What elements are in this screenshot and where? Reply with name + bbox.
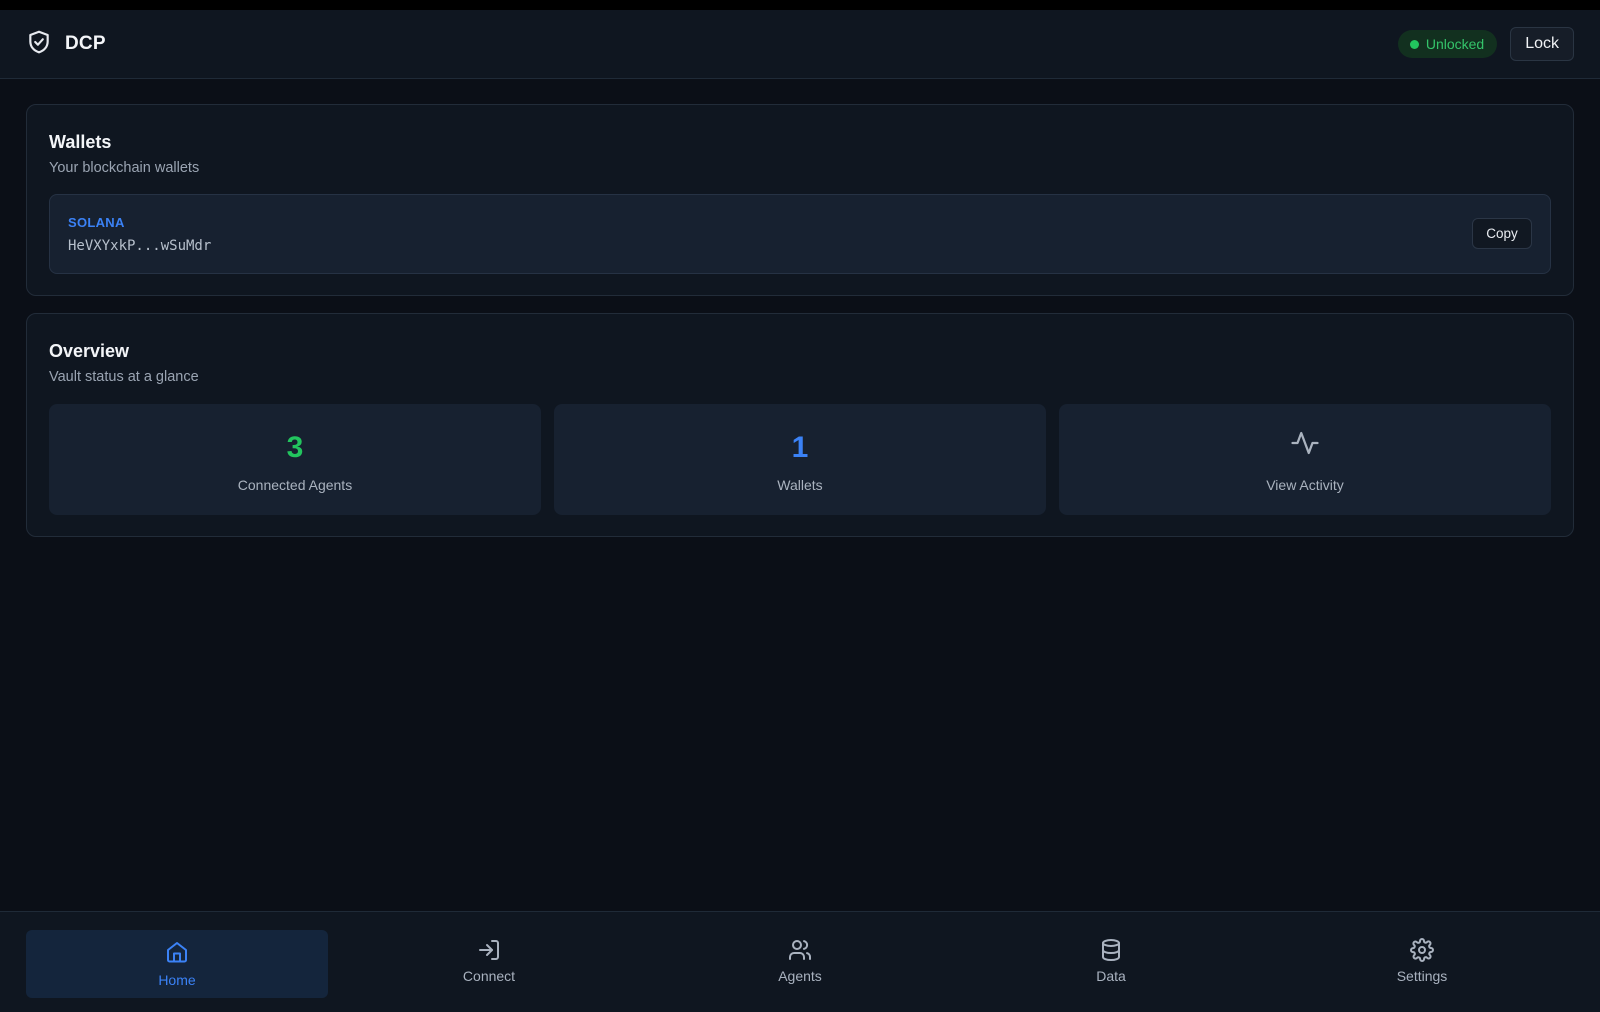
overview-card: Overview Vault status at a glance 3 Conn… — [26, 313, 1574, 537]
nav-item-agents[interactable]: Agents — [649, 930, 951, 998]
app-name: DCP — [65, 33, 106, 54]
nav-item-home[interactable]: Home — [26, 930, 328, 998]
copy-address-button[interactable]: Copy — [1472, 218, 1532, 249]
status-text: Unlocked — [1425, 36, 1485, 52]
activity-icon — [1290, 428, 1320, 458]
database-icon — [1099, 938, 1123, 962]
view-activity-label: View Activity — [1266, 477, 1344, 493]
stat-wallets[interactable]: 1 Wallets — [554, 404, 1046, 515]
nav-label-agents: Agents — [778, 968, 822, 984]
wallet-item: SOLANA HeVXYxkP...wSuMdr Copy — [49, 194, 1551, 274]
wallets-count: 1 — [791, 431, 809, 464]
view-activity-tile[interactable]: View Activity — [1059, 404, 1551, 515]
nav-label-settings: Settings — [1396, 968, 1448, 984]
bottom-nav: Home Connect Agents Data Settings — [0, 911, 1600, 1012]
wallets-label: Wallets — [777, 477, 823, 493]
wallets-card: Wallets Your blockchain wallets SOLANA H… — [26, 104, 1574, 296]
nav-label-connect: Connect — [462, 968, 516, 984]
window-top-strip — [0, 0, 1600, 10]
home-icon — [165, 940, 189, 964]
wallet-chain-label: SOLANA — [68, 215, 125, 230]
stat-connected-agents[interactable]: 3 Connected Agents — [49, 404, 541, 515]
nav-item-settings[interactable]: Settings — [1271, 930, 1573, 998]
wallets-card-title: Wallets — [49, 132, 112, 152]
app-header: DCP Unlocked Lock — [0, 10, 1600, 79]
lock-button[interactable]: Lock — [1510, 27, 1574, 61]
overview-card-title: Overview — [49, 341, 130, 361]
wallet-address: HeVXYxkP...wSuMdr — [68, 238, 212, 254]
nav-label-data: Data — [1096, 968, 1126, 984]
status-badge: Unlocked — [1397, 30, 1498, 58]
gear-icon — [1410, 938, 1434, 962]
users-icon — [788, 938, 812, 962]
brand: DCP — [26, 29, 106, 60]
nav-item-connect[interactable]: Connect — [338, 930, 640, 998]
status-dot-icon — [1409, 39, 1419, 49]
wallets-card-subtitle: Your blockchain wallets — [49, 160, 200, 176]
log-in-icon — [477, 938, 501, 962]
connected-agents-label: Connected Agents — [237, 477, 353, 493]
connected-agents-count: 3 — [286, 431, 304, 464]
overview-card-subtitle: Vault status at a glance — [49, 369, 199, 385]
nav-label-home: Home — [158, 972, 196, 988]
shield-check-icon — [26, 29, 52, 60]
nav-item-data[interactable]: Data — [960, 930, 1262, 998]
